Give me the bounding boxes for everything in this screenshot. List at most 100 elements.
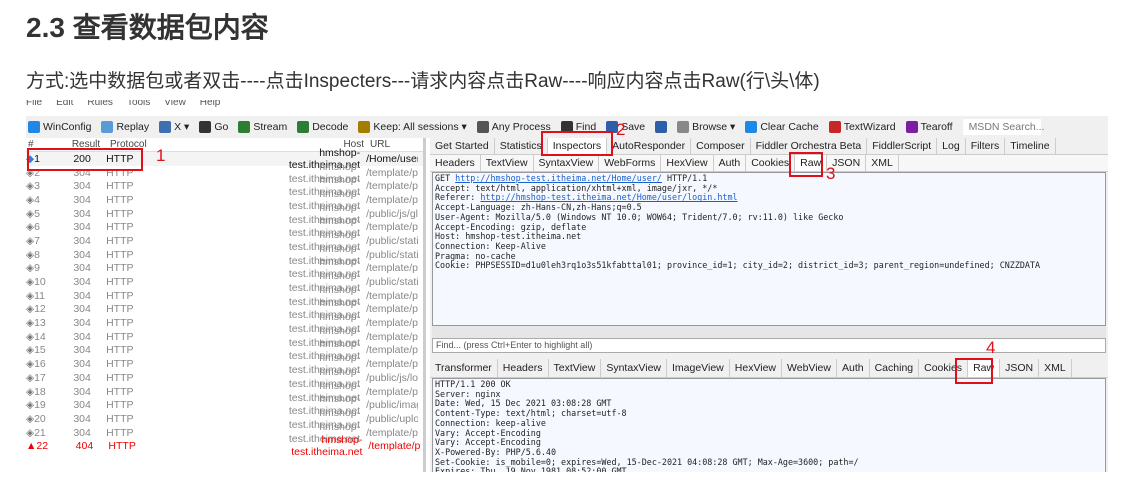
cached-icon: ◈ <box>26 276 35 289</box>
tab-imageview[interactable]: ImageView <box>667 359 730 377</box>
session-result: 304 <box>73 180 91 193</box>
toolbar-stream-button[interactable]: Stream <box>238 121 287 133</box>
toolbar-icon <box>28 121 40 133</box>
tab-xml[interactable]: XML <box>866 155 899 171</box>
toolbar-browse-button[interactable]: Browse ▾ <box>677 121 735 133</box>
menu-help[interactable]: Help <box>200 100 221 108</box>
menu-edit[interactable]: Edit <box>56 100 73 108</box>
response-raw-text[interactable]: HTTP/1.1 200 OK Server: nginx Date: Wed,… <box>432 378 1106 472</box>
col-url[interactable]: URL <box>364 139 422 150</box>
tab-composer[interactable]: Composer <box>691 138 751 154</box>
tab-statistics[interactable]: Statistics <box>495 138 548 154</box>
session-protocol: HTTP <box>106 207 134 220</box>
cached-icon: ◈ <box>26 193 35 206</box>
menu-file[interactable]: File <box>26 100 42 108</box>
toolbar-x-button[interactable]: X ▾ <box>159 121 189 133</box>
toolbar-textwizard-button[interactable]: TextWizard <box>828 121 896 133</box>
session-number: 8 <box>34 248 40 261</box>
session-row[interactable]: ▲ 22 404 HTTP hmshop-test.itheima.net/templ… <box>26 434 423 458</box>
tab-hexview[interactable]: HexView <box>730 359 783 377</box>
tab-caching[interactable]: Caching <box>870 359 920 377</box>
tab-webforms[interactable]: WebForms <box>599 155 662 171</box>
session-url: /template/pc/r <box>366 180 419 193</box>
tab-cookies[interactable]: Cookies <box>746 155 796 171</box>
request-raw-text[interactable]: GET http://hmshop-test.itheima.net/Home/… <box>432 172 1106 326</box>
session-row[interactable]: ◈ 21 304 HTTP hmshop-test.itheima.net/templ… <box>26 421 423 445</box>
toolbar-go-button[interactable]: Go <box>199 121 228 133</box>
toolbar-winconfig-button[interactable]: WinConfig <box>28 121 91 133</box>
msdn-search-input[interactable]: MSDN Search... <box>962 119 1044 135</box>
session-result: 304 <box>73 303 91 316</box>
request-url-link[interactable]: http://hmshop-test.itheima.net/Home/user… <box>455 173 662 183</box>
tab-hexview[interactable]: HexView <box>661 155 714 171</box>
find-input[interactable]: Find... (press Ctrl+Enter to highlight a… <box>432 338 1106 353</box>
session-row[interactable]: ◈ 4 304 HTTP hmshop-test.itheima.net/templa… <box>26 188 423 212</box>
session-number: 21 <box>34 426 46 439</box>
toolbar-icon <box>828 121 841 133</box>
session-row[interactable]: ◈ 18 304 HTTP hmshop-test.itheima.net/templ… <box>26 380 423 404</box>
toolbar-icon <box>297 121 310 133</box>
session-url: /public/static/js <box>366 248 418 261</box>
tab-json[interactable]: JSON <box>1000 359 1040 377</box>
tab-transformer[interactable]: Transformer <box>430 359 498 377</box>
tab-textview[interactable]: TextView <box>549 359 602 377</box>
toolbar-replay-button[interactable]: Replay <box>101 121 149 133</box>
tab-log[interactable]: Log <box>937 138 966 154</box>
session-url: /public/js/globa <box>366 207 419 220</box>
session-row[interactable]: ◈ 13 304 HTTP hmshop-test.itheima.net/templ… <box>26 311 423 335</box>
menu-view[interactable]: View <box>164 100 186 108</box>
horizontal-scrollbar[interactable] <box>432 326 1106 338</box>
tab-get-started[interactable]: Get Started <box>430 138 495 154</box>
session-protocol: HTTP <box>106 317 134 330</box>
tab-webview[interactable]: WebView <box>782 359 837 377</box>
tab-textview[interactable]: TextView <box>481 155 534 171</box>
toolbar-keepallsessions-button[interactable]: Keep: All sessions ▾ <box>358 121 467 133</box>
toolbar-tearoff-button[interactable]: Tearoff <box>905 121 953 133</box>
tab-syntaxview[interactable]: SyntaxView <box>601 359 667 377</box>
session-number: 9 <box>34 262 40 275</box>
session-protocol: HTTP <box>106 289 134 302</box>
session-row[interactable]: ◈ 9 304 HTTP hmshop-test.itheima.net/templa… <box>26 256 423 280</box>
toolbar-icon <box>677 121 690 133</box>
session-row[interactable]: ◈ 8 304 HTTP hmshop-test.itheima.net/public… <box>26 243 423 267</box>
tab-timeline[interactable]: Timeline <box>1005 138 1056 154</box>
cached-icon: ◈ <box>26 385 35 398</box>
session-row[interactable]: ◈ 17 304 HTTP hmshop-test.itheima.net/publi… <box>26 366 423 390</box>
session-row[interactable]: ◈ 3 304 HTTP hmshop-test.itheima.net/templa… <box>26 174 423 198</box>
toolbar-clearcache-button[interactable]: Clear Cache <box>745 121 819 133</box>
tab-auth[interactable]: Auth <box>714 155 747 171</box>
session-row[interactable]: ◈ 11 304 HTTP hmshop-test.itheima.net/templ… <box>26 284 423 308</box>
session-result: 304 <box>73 248 91 261</box>
session-row[interactable]: ◈ 15 304 HTTP hmshop-test.itheima.net/templ… <box>26 338 423 362</box>
annotation-box-2 <box>541 131 613 156</box>
tab-headers[interactable]: Headers <box>498 359 549 377</box>
referer-link[interactable]: http://hmshop-test.itheima.net/Home/user… <box>480 192 737 203</box>
toolbar-icon <box>358 121 371 133</box>
tab-syntaxview[interactable]: SyntaxView <box>534 155 600 171</box>
session-row[interactable]: ◈ 5 304 HTTP hmshop-test.itheima.net/public… <box>26 202 423 226</box>
session-number: 7 <box>34 234 40 247</box>
session-row[interactable]: ◈ 10 304 HTTP hmshop-test.itheima.net/publi… <box>26 270 423 294</box>
session-row[interactable]: ◈ 14 304 HTTP hmshop-test.itheima.net/templ… <box>26 325 423 349</box>
session-row[interactable]: ◈ 7 304 HTTP hmshop-test.itheima.net/public… <box>26 229 423 253</box>
menu-tools[interactable]: Tools <box>127 100 150 108</box>
session-row[interactable]: ◈ 19 304 HTTP hmshop-test.itheima.net/publi… <box>26 393 423 417</box>
session-result: 304 <box>73 221 91 234</box>
session-result: 304 <box>73 276 91 289</box>
toolbar-label: TextWizard <box>843 121 896 133</box>
session-row[interactable]: ◈ 16 304 HTTP hmshop-test.itheima.net/templ… <box>26 352 423 376</box>
tab-autoresponder[interactable]: AutoResponder <box>607 138 692 154</box>
tab-fiddlerscript[interactable]: FiddlerScript <box>867 138 938 154</box>
session-row[interactable]: ◈ 6 304 HTTP hmshop-test.itheima.net/templa… <box>26 215 423 239</box>
tab-filters[interactable]: Filters <box>966 138 1006 154</box>
menu-rules[interactable]: Rules <box>87 100 113 108</box>
tab-headers[interactable]: Headers <box>430 155 481 171</box>
session-protocol: HTTP <box>106 371 134 384</box>
tab-auth[interactable]: Auth <box>837 359 870 377</box>
session-row[interactable]: ◈ 20 304 HTTP hmshop-test.itheima.net/publi… <box>26 407 423 431</box>
toolbar-item-button[interactable] <box>655 121 668 133</box>
tab-xml[interactable]: XML <box>1039 359 1072 377</box>
toolbar-decode-button[interactable]: Decode <box>297 121 348 133</box>
toolbar-anyprocess-button[interactable]: Any Process <box>476 121 551 133</box>
session-row[interactable]: ◈ 12 304 HTTP hmshop-test.itheima.net/templ… <box>26 297 423 321</box>
